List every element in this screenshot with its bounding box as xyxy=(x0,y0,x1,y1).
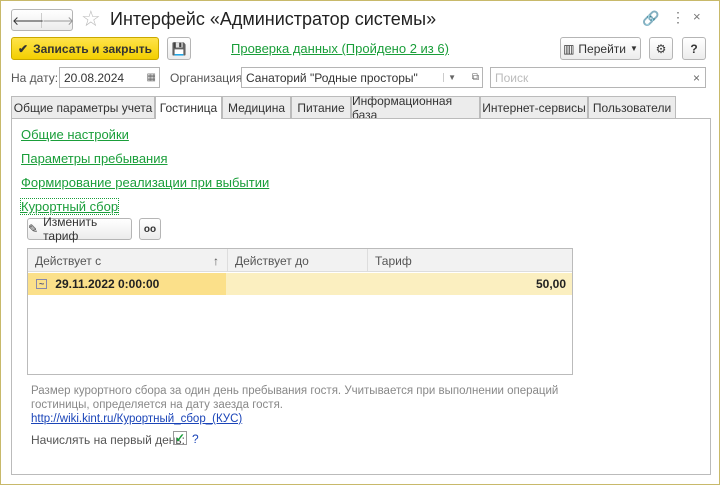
change-rate-button[interactable]: ✎ Изменить тариф xyxy=(27,215,132,243)
col-rate[interactable]: Тариф xyxy=(368,249,572,272)
pencil-icon: ✎ xyxy=(28,222,39,236)
link-general-settings[interactable]: Общие настройки xyxy=(21,127,129,142)
date-label: На дату: xyxy=(11,71,59,85)
help-icon[interactable]: ? xyxy=(192,432,199,446)
wiki-link[interactable]: http://wiki.kint.ru/Курортный_сбор_(КУС) xyxy=(31,413,242,425)
save-close-button[interactable]: ✔ Записать и закрыть xyxy=(11,37,159,60)
record-icon: ~ xyxy=(36,279,48,289)
clear-icon[interactable]: × xyxy=(693,71,700,85)
check-circle-icon: ✔ xyxy=(18,41,29,56)
star-icon[interactable]: ☆ xyxy=(81,6,101,32)
gear-icon: ⚙ xyxy=(655,41,667,56)
tab-general[interactable]: Общие параметры учета xyxy=(11,96,155,118)
link-checkout-sales[interactable]: Формирование реализации при выбытии xyxy=(21,175,269,190)
back-icon[interactable]: 🡐 xyxy=(12,12,44,28)
sort-asc-icon: ↑ xyxy=(213,253,219,268)
glasses-icon: oo xyxy=(143,223,157,235)
first-day-label: Начислять на первый день: xyxy=(31,433,186,447)
window: 🡐 🡒 ☆ Интерфейс «Администратор системы» … xyxy=(0,0,720,485)
open-icon[interactable]: ⧉ xyxy=(472,72,479,83)
col-from[interactable]: Действует с ↑ xyxy=(28,249,228,272)
floppy-icon: 💾 xyxy=(171,41,187,56)
nav-buttons: 🡐 🡒 xyxy=(11,9,74,31)
close-icon[interactable]: × xyxy=(693,9,701,24)
col-to[interactable]: Действует до xyxy=(228,249,368,272)
goto-button[interactable]: ▥ Перейти ▼ xyxy=(560,37,641,60)
note: Размер курортного сбора за один день пре… xyxy=(31,385,559,425)
link-stay-params[interactable]: Параметры пребывания xyxy=(21,151,168,166)
tab-infobase[interactable]: Информационная база xyxy=(351,94,480,122)
settings-button[interactable]: ⚙ xyxy=(649,37,673,60)
tab-medicine[interactable]: Медицина xyxy=(222,96,291,118)
link-resort-fee[interactable]: Курортный сбор xyxy=(19,198,120,215)
chevron-down-icon: ▼ xyxy=(629,44,638,53)
rates-table: Действует с ↑ Действует до Тариф ~29.11.2… xyxy=(27,248,573,375)
window-title: Интерфейс «Администратор системы» xyxy=(110,9,437,29)
tab-food[interactable]: Питание xyxy=(291,96,351,118)
dropdown-icon[interactable]: ▼ xyxy=(443,73,460,82)
link-icon[interactable]: 🔗 xyxy=(642,10,659,27)
search-input[interactable]: Поиск × xyxy=(490,67,706,88)
tab-hotel[interactable]: Гостиница xyxy=(155,96,222,119)
save-button[interactable]: 💾 xyxy=(167,37,191,60)
more-icon[interactable]: ⋮ xyxy=(671,9,685,26)
panel-icon: ▥ xyxy=(563,41,575,56)
table-row[interactable]: ~29.11.2022 0:00:00 50,00 xyxy=(28,273,572,295)
forward-icon[interactable]: 🡒 xyxy=(42,13,74,28)
table-header: Действует с ↑ Действует до Тариф xyxy=(28,249,572,272)
first-day-checkbox[interactable]: ✓ xyxy=(173,431,187,445)
calendar-icon[interactable]: ▦ xyxy=(147,72,156,83)
date-field[interactable]: 20.08.2024 ▦ xyxy=(59,67,160,88)
tab-users[interactable]: Пользователи xyxy=(588,96,676,118)
org-label: Организация: xyxy=(170,71,246,85)
help-button[interactable]: ? xyxy=(682,37,706,60)
glasses-button[interactable]: oo xyxy=(139,218,161,240)
org-field[interactable]: Санаторий "Родные просторы" ▼ ⧉ xyxy=(241,67,483,88)
check-data-link[interactable]: Проверка данных (Пройдено 2 из 6) xyxy=(231,41,449,56)
tab-internet[interactable]: Интернет-сервисы xyxy=(480,96,588,118)
